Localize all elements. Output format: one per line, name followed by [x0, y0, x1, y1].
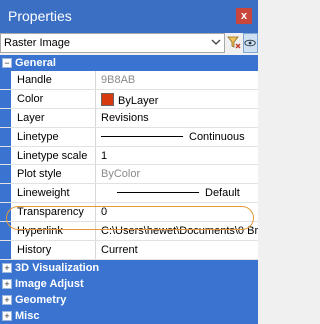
- category-geometry[interactable]: + Geometry: [0, 291, 258, 308]
- property-value: ByColor: [101, 168, 141, 181]
- property-value: ByLayer: [118, 94, 159, 107]
- property-row-color[interactable]: Color ByLayer: [0, 89, 258, 109]
- collapse-icon[interactable]: −: [2, 58, 12, 68]
- property-value-wrap[interactable]: Continuous: [101, 131, 245, 143]
- expand-icon[interactable]: +: [2, 310, 12, 321]
- property-row-linetype[interactable]: Linetype Continuous: [0, 127, 258, 147]
- selector-value: Raster Image: [4, 37, 71, 49]
- category-image-adjust[interactable]: + Image Adjust: [0, 275, 258, 292]
- property-value: 9B8AB: [101, 74, 136, 86]
- window-title: Properties: [8, 8, 72, 24]
- category-label: General: [15, 57, 56, 69]
- property-row-plot-style[interactable]: Plot style ByColor: [0, 165, 258, 185]
- property-name: Layer: [17, 111, 45, 124]
- expand-icon[interactable]: +: [2, 294, 12, 305]
- category-label: 3D Visualization: [15, 261, 100, 274]
- property-row-lineweight[interactable]: Lineweight Default: [0, 184, 258, 204]
- property-value-wrap[interactable]: ByLayer: [101, 92, 159, 107]
- expand-icon[interactable]: +: [2, 262, 12, 273]
- property-name: Linetype: [17, 130, 59, 143]
- property-row-linetype-scale[interactable]: Linetype scale 1: [0, 146, 258, 166]
- property-name: Color: [17, 92, 44, 105]
- property-name: Lineweight: [17, 187, 70, 200]
- close-button[interactable]: x: [236, 8, 252, 24]
- property-name: Hyperlink: [17, 225, 63, 238]
- expand-icon[interactable]: +: [2, 278, 12, 289]
- property-value[interactable]: Current: [101, 244, 138, 256]
- property-name: Handle: [17, 74, 52, 86]
- property-name: Plot style: [17, 168, 62, 181]
- category-label: Misc: [15, 309, 40, 322]
- property-name: History: [17, 244, 52, 257]
- linetype-preview: [101, 135, 183, 137]
- property-grid: − General Handle 9B8AB Color ByLayer Lay…: [0, 55, 258, 324]
- category-label: Geometry: [15, 293, 67, 306]
- property-row-hyperlink[interactable]: Hyperlink C:\Users\hewet\Documents\0 Bri…: [0, 222, 258, 242]
- property-value[interactable]: 0: [101, 206, 107, 218]
- eye-icon: [244, 39, 256, 47]
- property-name: Linetype scale: [17, 149, 88, 162]
- hyperlink-value[interactable]: C:\Users\hewet\Documents\0 Bricsys: [101, 225, 258, 237]
- property-value: Continuous: [189, 130, 245, 143]
- property-row-layer[interactable]: Layer Revisions: [0, 108, 258, 128]
- property-value: Default: [205, 187, 240, 200]
- property-value[interactable]: 1: [101, 150, 107, 162]
- title-bar: Properties x: [0, 0, 258, 33]
- quick-select-button[interactable]: [243, 33, 258, 53]
- category-general[interactable]: − General: [0, 55, 258, 71]
- filter-icon[interactable]: [227, 35, 241, 49]
- chevron-down-icon[interactable]: [211, 37, 221, 47]
- category-misc[interactable]: + Misc: [0, 307, 258, 324]
- property-row-history[interactable]: History Current: [0, 241, 258, 260]
- property-value[interactable]: Revisions: [101, 112, 149, 124]
- color-swatch-icon: [101, 92, 114, 106]
- property-row-handle[interactable]: Handle 9B8AB: [0, 71, 258, 90]
- object-type-selector[interactable]: Raster Image: [0, 33, 225, 53]
- property-row-transparency[interactable]: Transparency 0: [0, 203, 258, 223]
- property-name: Transparency: [17, 206, 84, 219]
- lineweight-preview: [117, 192, 199, 194]
- category-3d-visualization[interactable]: + 3D Visualization: [0, 259, 258, 276]
- category-label: Image Adjust: [15, 277, 84, 290]
- property-value-wrap[interactable]: Default: [101, 187, 240, 199]
